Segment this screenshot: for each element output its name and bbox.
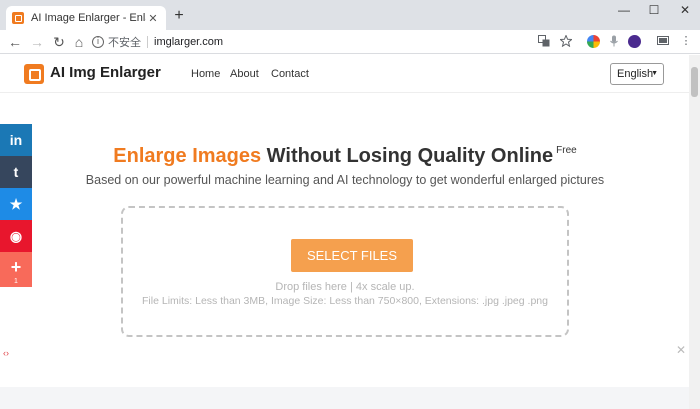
language-select[interactable]: English ▼ bbox=[610, 63, 664, 85]
free-badge: Free bbox=[556, 145, 577, 156]
maximize-button[interactable]: ☐ bbox=[647, 3, 661, 17]
address-bar[interactable]: i 不安全 imglarger.com bbox=[92, 32, 580, 52]
reload-button[interactable]: ↻ bbox=[50, 33, 68, 51]
tab-strip: AI Image Enlarger - Enlarge Im ✕ + — ☐ ✕ bbox=[0, 0, 700, 30]
expand-share-arrows-icon[interactable]: ‹› bbox=[3, 348, 9, 358]
file-limits-text: File Limits: Less than 3MB, Image Size: … bbox=[142, 295, 548, 307]
site-favicon-icon bbox=[12, 12, 24, 24]
nav-home[interactable]: Home bbox=[191, 68, 220, 80]
translate-icon[interactable] bbox=[538, 35, 550, 47]
chevron-down-icon: ▼ bbox=[651, 70, 658, 77]
extension-cast-icon[interactable] bbox=[657, 35, 669, 47]
security-label[interactable]: 不安全 bbox=[108, 34, 141, 50]
title-accent: Enlarge Images bbox=[113, 145, 262, 167]
browser-menu-icon[interactable]: ⋮ bbox=[680, 35, 692, 47]
share-count: 1 bbox=[14, 278, 18, 285]
tab-title: AI Image Enlarger - Enlarge Im bbox=[31, 12, 146, 24]
nav-about[interactable]: About bbox=[230, 68, 259, 80]
page-subtitle: Based on our powerful machine learning a… bbox=[85, 173, 605, 187]
nav-contact[interactable]: Contact bbox=[271, 68, 309, 80]
browser-tab[interactable]: AI Image Enlarger - Enlarge Im ✕ bbox=[6, 6, 166, 30]
scrollbar-thumb[interactable] bbox=[691, 67, 698, 97]
close-window-button[interactable]: ✕ bbox=[678, 3, 692, 17]
select-files-button[interactable]: SELECT FILES bbox=[291, 239, 413, 272]
microphone-icon[interactable] bbox=[608, 35, 620, 47]
site-header: AI Img Enlarger Home About Contact Engli… bbox=[0, 55, 690, 93]
omnibox-divider bbox=[147, 36, 148, 48]
tab-close-icon[interactable]: ✕ bbox=[146, 12, 160, 25]
home-button[interactable]: ⌂ bbox=[70, 33, 88, 51]
page-scrollbar[interactable] bbox=[689, 55, 700, 409]
download-extension-icon[interactable] bbox=[628, 35, 641, 48]
weibo-icon: ◉ bbox=[9, 228, 23, 244]
bookmark-star-icon[interactable] bbox=[559, 34, 573, 48]
drop-hint-text: Drop files here | 4x scale up. bbox=[275, 281, 415, 293]
back-button[interactable]: ← bbox=[6, 33, 24, 51]
minimize-button[interactable]: — bbox=[617, 3, 631, 17]
page-title: Enlarge Images Without Losing Quality On… bbox=[0, 145, 690, 168]
logo-icon[interactable] bbox=[24, 64, 44, 84]
language-value: English bbox=[617, 68, 654, 80]
close-icon[interactable]: ✕ bbox=[676, 343, 686, 357]
bookmark-share-button[interactable]: ★ bbox=[0, 188, 32, 220]
title-rest: Without Losing Quality Online bbox=[261, 145, 554, 167]
forward-button[interactable]: → bbox=[28, 33, 46, 51]
plus-share-icon: + bbox=[10, 257, 22, 277]
url-text[interactable]: imglarger.com bbox=[154, 36, 223, 48]
new-tab-button[interactable]: + bbox=[171, 8, 187, 26]
star-bookmark-icon: ★ bbox=[9, 196, 23, 212]
extension-color-icon[interactable] bbox=[587, 35, 600, 48]
site-logo-text[interactable]: AI Img Enlarger bbox=[50, 64, 161, 81]
more-share-button[interactable]: + 1 bbox=[0, 252, 32, 287]
site-info-icon[interactable]: i bbox=[92, 36, 104, 48]
page-bottom-section bbox=[0, 387, 689, 409]
weibo-share-button[interactable]: ◉ bbox=[0, 220, 32, 252]
browser-toolbar: ← → ↻ ⌂ i 不安全 imglarger.com ⋮ bbox=[0, 30, 700, 54]
